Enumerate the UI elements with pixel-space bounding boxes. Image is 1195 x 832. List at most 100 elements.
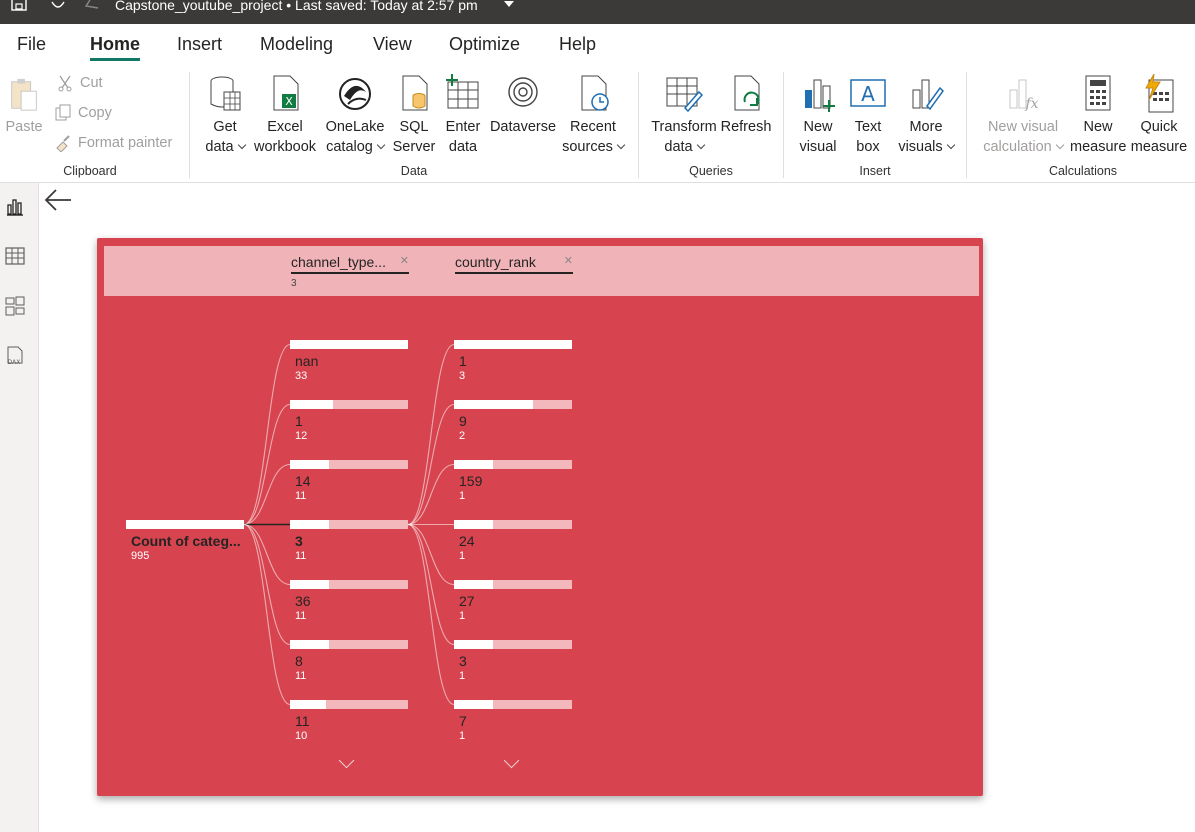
node-bar-fill (290, 640, 330, 649)
table-view-icon[interactable] (4, 245, 26, 267)
node-label: 11 (295, 713, 310, 729)
cut-button[interactable]: Cut (56, 74, 103, 92)
report-view-icon[interactable] (4, 195, 26, 217)
chevron-down-icon (237, 140, 246, 150)
node-label: 8 (295, 653, 303, 669)
tab-modeling[interactable]: Modeling (260, 34, 333, 55)
refresh-button[interactable]: Refresh (720, 74, 772, 137)
node-bar (126, 520, 244, 529)
tree-connector (243, 403, 291, 526)
last-saved: Last saved: Today at 2:57 pm (295, 0, 478, 13)
text-box-button[interactable]: A Text box (846, 74, 890, 157)
get-data-label-1: Get (213, 119, 237, 135)
model-view-icon[interactable] (4, 295, 26, 317)
tree-node-channel-type[interactable]: 11 10 (290, 700, 408, 742)
file-title[interactable]: Capstone_youtube_project • Last saved: T… (115, 0, 478, 13)
get-data-button[interactable]: Get data (200, 74, 250, 157)
recent-sources-button[interactable]: Recent sources (560, 74, 626, 157)
quick-measure-button[interactable]: Quick measure (1130, 74, 1188, 157)
tab-optimize[interactable]: Optimize (449, 34, 520, 55)
format-painter-button[interactable]: Format painter (54, 134, 172, 152)
node-bar (454, 400, 572, 409)
more-visuals-button[interactable]: More visuals (894, 74, 958, 157)
node-bar (454, 340, 572, 349)
node-label: 3 (295, 533, 303, 549)
enter-data-button[interactable]: Enter data (440, 74, 486, 157)
save-icon[interactable] (10, 0, 30, 14)
recent-label-1: Recent (570, 119, 616, 135)
tree-root-node[interactable]: Count of categ... 995 (126, 520, 244, 562)
node-bar-fill (454, 340, 572, 349)
file-name: Capstone_youtube_project (115, 0, 283, 13)
undo-icon[interactable] (48, 0, 68, 14)
ribbon: Paste Cut Copy Format painter Clipboard … (0, 64, 1195, 183)
node-bar-fill (290, 580, 330, 589)
node-bar-fill (290, 700, 326, 709)
dax-query-view-icon[interactable]: DAX (4, 345, 26, 367)
tree-connector (407, 523, 455, 646)
tree-node-country-rank[interactable]: 27 1 (454, 580, 572, 622)
more-visuals-icon (912, 79, 944, 111)
tree-node-channel-type[interactable]: 1 12 (290, 400, 408, 442)
recent-label-2: sources (562, 139, 613, 155)
copy-button[interactable]: Copy (54, 104, 112, 122)
dataverse-icon (508, 77, 538, 107)
tree-connector (243, 523, 291, 586)
new-visual-calculation-button[interactable]: fx New visual calculation (978, 74, 1068, 157)
dataverse-label: Dataverse (489, 119, 557, 135)
text-box-label-2: box (856, 139, 880, 155)
onelake-catalog-button[interactable]: OneLake catalog (322, 74, 388, 157)
chevron-down-icon (1055, 140, 1064, 150)
node-bar-fill (126, 520, 244, 529)
tree-connector (407, 343, 455, 526)
tree-node-channel-type[interactable]: 3 11 (290, 520, 408, 562)
more-visuals-label-1: More (909, 119, 943, 135)
tree-node-country-rank[interactable]: 71 (454, 700, 572, 742)
node-count: 1 (459, 610, 466, 622)
tree-node-channel-type[interactable]: 36 11 (290, 580, 408, 622)
tree-connector (407, 463, 455, 526)
tree-node-country-rank[interactable]: 13 (454, 340, 572, 382)
enter-data-label-2: data (448, 139, 478, 155)
ribbon-separator (783, 72, 784, 178)
tree-node-channel-type[interactable]: 8 11 (290, 640, 408, 682)
tree-node-channel-type[interactable]: nan 33 (290, 340, 408, 382)
tree-node-country-rank[interactable]: 24 1 (454, 520, 572, 562)
node-label: nan (295, 353, 319, 369)
title-dropdown-icon[interactable] (504, 1, 514, 7)
sql-label-1: SQL (399, 119, 429, 135)
node-bar (290, 700, 408, 709)
tree-node-country-rank[interactable]: 92 (454, 400, 572, 442)
sql-server-button[interactable]: SQL Server (392, 74, 436, 157)
tab-home[interactable]: Home (90, 34, 141, 61)
paste-button[interactable]: Paste (2, 76, 46, 137)
decomposition-tree-visual[interactable]: channel_type... ✕ 3 country_rank ✕ Count… (97, 238, 983, 796)
dataverse-button[interactable]: Dataverse (489, 74, 557, 137)
enter-data-label-1: Enter (445, 119, 481, 135)
node-label: 3 (459, 653, 467, 669)
cut-label: Cut (80, 75, 103, 91)
node-label: 36 (295, 593, 311, 609)
tree-node-channel-type[interactable]: 14 11 (290, 460, 408, 502)
excel-workbook-button[interactable]: X Excel workbook (252, 74, 318, 157)
node-label: 1 (459, 353, 467, 369)
tree-node-country-rank[interactable]: 159 1 (454, 460, 572, 502)
tree-node-country-rank[interactable]: 31 (454, 640, 572, 682)
node-bar (454, 460, 572, 469)
new-visual-button[interactable]: New visual (796, 74, 840, 157)
onelake-label-2: catalog (326, 139, 373, 155)
paintbrush-icon (56, 135, 70, 152)
tree-connector (407, 403, 455, 526)
tab-view[interactable]: View (373, 34, 412, 55)
transform-data-button[interactable]: Transform data (648, 74, 720, 157)
redo-icon[interactable] (84, 0, 104, 14)
node-bar-fill (290, 520, 330, 529)
new-measure-button[interactable]: New measure (1070, 74, 1126, 157)
tab-insert[interactable]: Insert (177, 34, 222, 55)
back-arrow-icon[interactable] (43, 185, 73, 215)
onelake-icon (339, 78, 371, 110)
chevron-down-icon (616, 140, 626, 150)
tree-connector (243, 343, 291, 526)
tab-help[interactable]: Help (559, 34, 596, 55)
tab-file[interactable]: File (17, 34, 46, 55)
